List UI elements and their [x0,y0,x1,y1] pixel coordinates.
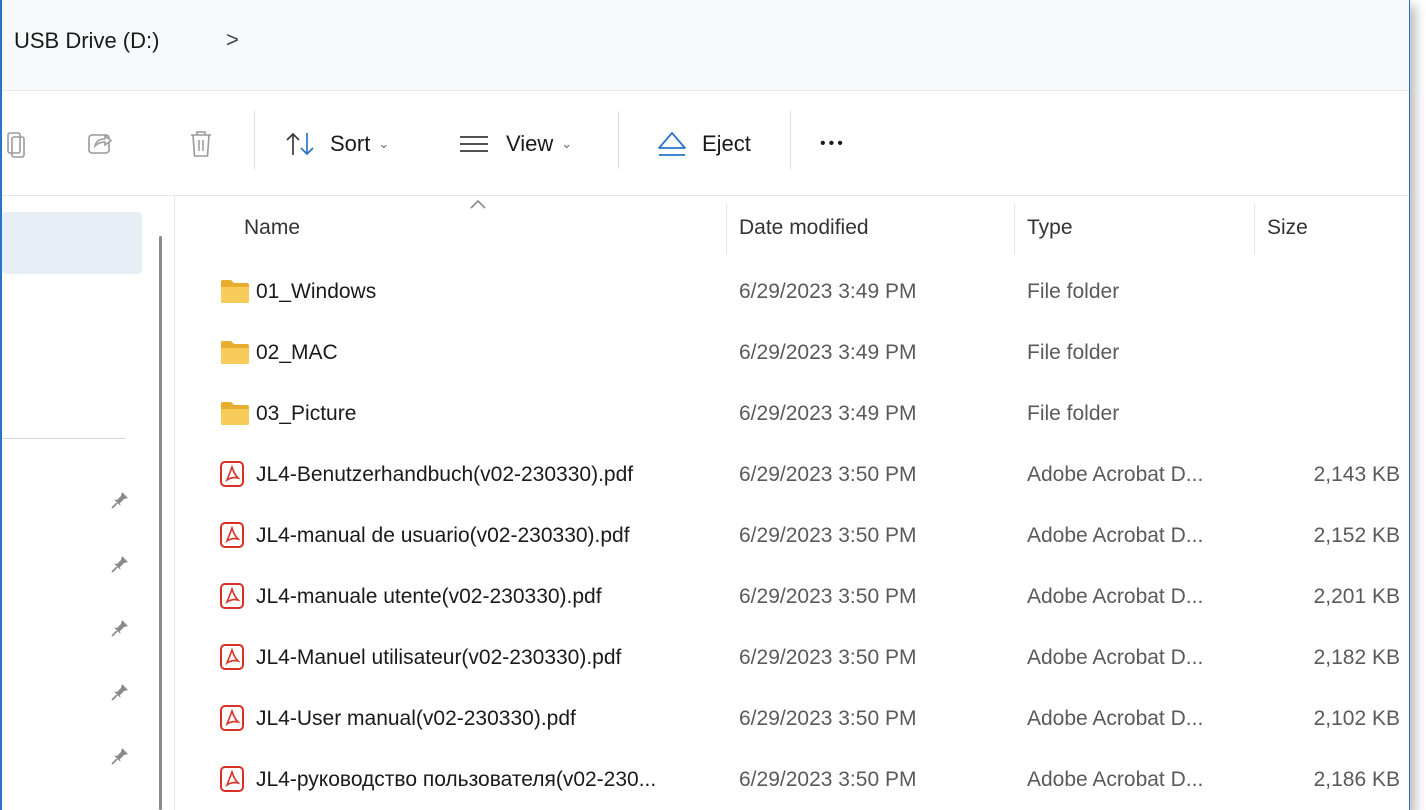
file-row-pdf[interactable]: JL4-User manual(v02-230330).pdf 6/29/202… [202,689,1410,751]
file-type: Adobe Acrobat D... [1027,707,1204,730]
sort-label: Sort [330,131,371,156]
file-type: Adobe Acrobat D... [1027,768,1204,791]
file-type: Adobe Acrobat D... [1027,585,1204,608]
folder-icon [221,341,249,364]
file-date: 6/29/2023 3:50 PM [739,585,917,608]
share-icon[interactable] [86,129,114,157]
file-size: 2,201 KB [1313,585,1400,608]
file-row-pdf[interactable]: JL4-manuale utente(v02-230330).pdf 6/29/… [202,567,1410,629]
file-size: 2,102 KB [1313,707,1400,730]
file-date: 6/29/2023 3:50 PM [739,463,917,486]
view-icon [460,136,488,152]
file-type: File folder [1027,280,1120,303]
file-type: Adobe Acrobat D... [1027,524,1204,547]
file-name: JL4-руководство пользователя(v02-230... [256,768,657,791]
column-separator[interactable] [726,204,727,254]
column-header-date-modified[interactable]: Date modified [739,216,869,240]
file-type: File folder [1027,341,1120,364]
file-type: Adobe Acrobat D... [1027,646,1204,669]
address-bar[interactable]: USB Drive (D:) > [2,0,1410,91]
pin-icon[interactable] [110,554,130,574]
file-type: Adobe Acrobat D... [1027,463,1204,486]
breadcrumb-chevron-icon[interactable]: > [226,27,239,53]
toolbar-separator [254,111,255,169]
file-date: 6/29/2023 3:50 PM [739,768,917,791]
file-date: 6/29/2023 3:50 PM [739,524,917,547]
file-name: JL4-manuale utente(v02-230330).pdf [256,585,602,608]
chevron-down-icon: ⌄ [378,136,390,151]
file-size: 2,152 KB [1313,524,1400,547]
delete-icon[interactable] [188,129,214,159]
file-name: JL4-Benutzerhandbuch(v02-230330).pdf [256,463,634,486]
toolbar-separator [618,111,619,169]
more-icon: ••• [820,135,846,152]
file-name: 02_MAC [256,341,338,364]
sort-ascending-icon [470,199,486,209]
nav-scrollbar[interactable] [159,236,162,810]
file-name: 03_Picture [256,402,357,425]
pin-icon[interactable] [110,490,130,510]
file-size: 2,182 KB [1313,646,1400,669]
file-name: JL4-manual de usuario(v02-230330).pdf [256,524,630,547]
pdf-icon [220,461,244,487]
breadcrumb-usb-drive[interactable]: USB Drive (D:) [14,28,159,54]
view-label: View [506,131,554,156]
file-row-pdf[interactable]: JL4-Manuel utilisateur(v02-230330).pdf 6… [202,628,1410,690]
folder-icon [221,402,249,425]
chevron-down-icon: ⌄ [561,136,573,151]
command-bar: Sort ⌄ View ⌄ Eject ••• [2,91,1410,196]
file-name: 01_Windows [256,280,377,303]
column-header-name[interactable]: Name [244,216,300,240]
sort-icon [286,132,314,156]
folder-icon [221,280,249,303]
file-row-pdf[interactable]: JL4-руководство пользователя(v02-230... … [202,750,1410,810]
file-name: JL4-User manual(v02-230330).pdf [256,707,576,730]
pin-icon[interactable] [110,682,130,702]
sort-button[interactable]: Sort ⌄ [284,127,389,161]
eject-label: Eject [702,131,751,156]
column-headers: Name Date modified Type Size [2,196,1410,258]
more-options-button[interactable]: ••• [820,127,846,161]
pdf-icon [220,705,244,731]
file-size: 2,143 KB [1313,463,1400,486]
file-date: 6/29/2023 3:49 PM [739,341,917,364]
file-type: File folder [1027,402,1120,425]
nav-divider [2,438,126,439]
toolbar-separator [790,111,791,169]
view-button[interactable]: View ⌄ [458,127,572,161]
pane-divider [174,196,175,810]
pdf-icon [220,766,244,792]
file-size: 2,186 KB [1313,768,1400,791]
file-date: 6/29/2023 3:50 PM [739,646,917,669]
file-explorer-window: USB Drive (D:) > Sort ⌄ View ⌄ Eject •••… [0,0,1410,810]
window-border-right [1409,0,1410,810]
file-row-pdf[interactable]: JL4-Benutzerhandbuch(v02-230330).pdf 6/2… [202,445,1410,507]
file-row-pdf[interactable]: JL4-manual de usuario(v02-230330).pdf 6/… [202,506,1410,568]
eject-button[interactable]: Eject [656,127,751,161]
pdf-icon [220,583,244,609]
file-row-02-mac[interactable]: 02_MAC 6/29/2023 3:49 PM File folder [202,323,1410,385]
file-row-01-windows[interactable]: 01_Windows 6/29/2023 3:49 PM File folder [202,262,1410,324]
file-date: 6/29/2023 3:49 PM [739,402,917,425]
pin-icon[interactable] [110,746,130,766]
column-separator[interactable] [1254,204,1255,254]
column-separator[interactable] [1014,204,1015,254]
pin-icon[interactable] [110,618,130,638]
navigation-pane[interactable] [2,196,152,810]
file-name: JL4-Manuel utilisateur(v02-230330).pdf [256,646,622,669]
file-date: 6/29/2023 3:49 PM [739,280,917,303]
pdf-icon [220,522,244,548]
copy-icon[interactable] [6,129,28,159]
column-header-type[interactable]: Type [1027,216,1073,240]
column-header-size[interactable]: Size [1267,216,1308,240]
eject-icon [658,132,686,156]
pdf-icon [220,644,244,670]
file-row-03-picture[interactable]: 03_Picture 6/29/2023 3:49 PM File folder [202,384,1410,446]
file-date: 6/29/2023 3:50 PM [739,707,917,730]
